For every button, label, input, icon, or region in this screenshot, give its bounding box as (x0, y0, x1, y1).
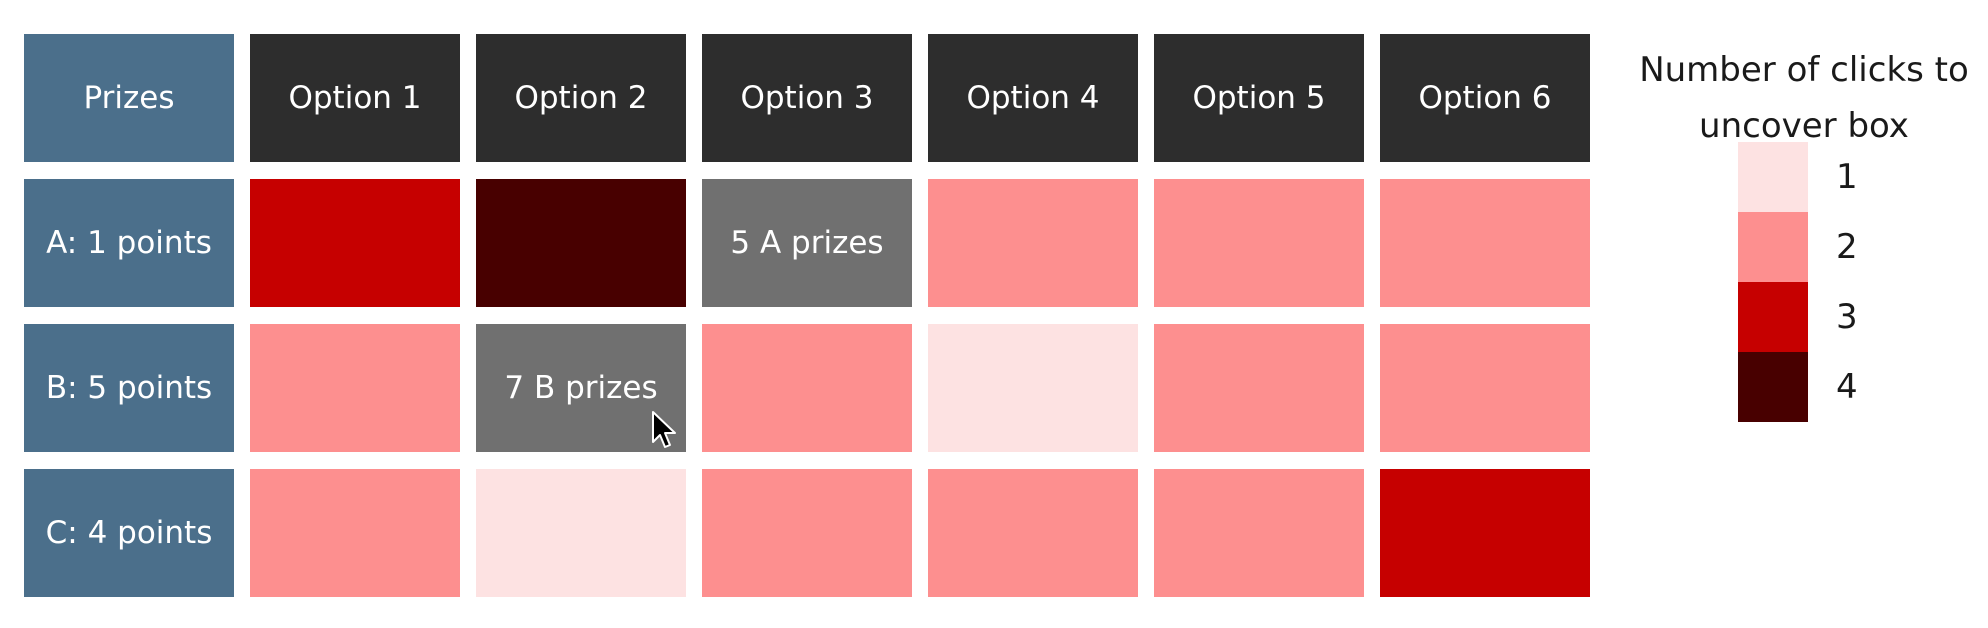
legend-item-2: 2 (1738, 212, 1858, 282)
column-header-option-6: Option 6 (1380, 34, 1590, 162)
prize-box[interactable] (1154, 324, 1364, 452)
legend-swatch (1738, 142, 1808, 212)
legend-label: 1 (1836, 157, 1858, 197)
column-header-option-3: Option 3 (702, 34, 912, 162)
prize-box[interactable] (702, 469, 912, 597)
column-header-option-5: Option 5 (1154, 34, 1364, 162)
prize-box[interactable] (250, 179, 460, 307)
revealed-prize-box: 7 B prizes (476, 324, 686, 452)
prize-box[interactable] (1380, 179, 1590, 307)
prize-box[interactable] (476, 469, 686, 597)
prize-box[interactable] (250, 324, 460, 452)
legend-swatch (1738, 352, 1808, 422)
column-header-option-4: Option 4 (928, 34, 1138, 162)
prize-box[interactable] (702, 324, 912, 452)
prize-box[interactable] (928, 324, 1138, 452)
prize-grid: Prizes Option 1 Option 2 Option 3 Option 4 Op… (24, 34, 1619, 604)
legend-swatch (1738, 212, 1808, 282)
prize-box[interactable] (250, 469, 460, 597)
prize-box[interactable] (928, 179, 1138, 307)
legend-title: Number of clicks to uncover box (1639, 50, 1969, 146)
column-header-option-2: Option 2 (476, 34, 686, 162)
legend-item-1: 1 (1738, 142, 1858, 212)
legend-item-3: 3 (1738, 282, 1858, 352)
legend-swatch (1738, 282, 1808, 352)
row-header: C: 4 points (24, 469, 234, 597)
corner-header: Prizes (24, 34, 234, 162)
prize-box[interactable] (928, 469, 1138, 597)
legend-label: 4 (1836, 367, 1858, 407)
prize-box[interactable] (1154, 179, 1364, 307)
column-header-option-1: Option 1 (250, 34, 460, 162)
legend-label: 3 (1836, 297, 1858, 337)
clicks-legend: Number of clicks to uncover box 1 2 3 4 (1620, 34, 1988, 604)
prize-box[interactable] (1380, 469, 1590, 597)
row-header: B: 5 points (24, 324, 234, 452)
row-header: A: 1 points (24, 179, 234, 307)
revealed-prize-box: 5 A prizes (702, 179, 912, 307)
prize-box[interactable] (476, 179, 686, 307)
legend-item-4: 4 (1738, 352, 1858, 422)
prize-box[interactable] (1380, 324, 1590, 452)
legend-label: 2 (1836, 227, 1858, 267)
prize-box[interactable] (1154, 469, 1364, 597)
